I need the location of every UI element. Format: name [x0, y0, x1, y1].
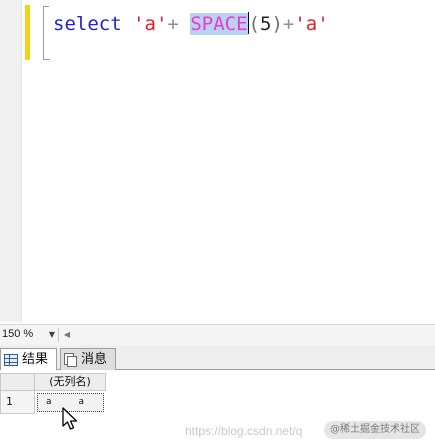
outline-marker	[43, 6, 44, 60]
plus-operator: +	[282, 13, 295, 35]
code-line[interactable]: select 'a'+ SPACE(5)+'a'	[53, 10, 329, 38]
tab-label: 消息	[81, 351, 108, 367]
editor-gutter	[0, 0, 22, 322]
watermark-url: https://blog.csdn.net/q	[185, 424, 303, 438]
zoom-bar: 150 % ▼ ◀	[0, 324, 435, 345]
query-editor[interactable]: select 'a'+ SPACE(5)+'a'	[0, 0, 435, 322]
grid-corner[interactable]	[0, 373, 35, 391]
function-space-selected: SPACE	[190, 13, 248, 35]
row-number[interactable]: 1	[0, 391, 35, 414]
dropdown-arrow-icon[interactable]: ▼	[46, 327, 58, 342]
scroll-left-arrow-icon[interactable]: ◀	[62, 327, 72, 342]
keyword-select: select	[53, 13, 122, 35]
string-literal: 'a'	[133, 13, 168, 35]
grid-icon	[4, 354, 18, 366]
close-paren: )	[271, 13, 283, 35]
plus-operator: +	[167, 13, 179, 35]
number-argument: 5	[259, 13, 272, 35]
column-header[interactable]: (无列名)	[35, 373, 106, 391]
zoom-level[interactable]: 150 %	[2, 328, 33, 340]
tab-results[interactable]: 结果	[0, 348, 57, 371]
results-tabstrip: 结果 消息	[0, 345, 435, 371]
watermark-badge: @稀土掘金技术社区	[324, 421, 426, 439]
open-paren: (	[248, 13, 260, 35]
divider	[58, 328, 59, 342]
outline-marker	[43, 59, 50, 60]
tab-label: 结果	[22, 352, 49, 367]
change-indicator-bar	[25, 5, 30, 60]
mouse-pointer-icon	[62, 407, 78, 430]
messages-icon	[64, 352, 77, 367]
tab-messages[interactable]: 消息	[60, 348, 116, 370]
string-literal: 'a'	[294, 13, 329, 35]
